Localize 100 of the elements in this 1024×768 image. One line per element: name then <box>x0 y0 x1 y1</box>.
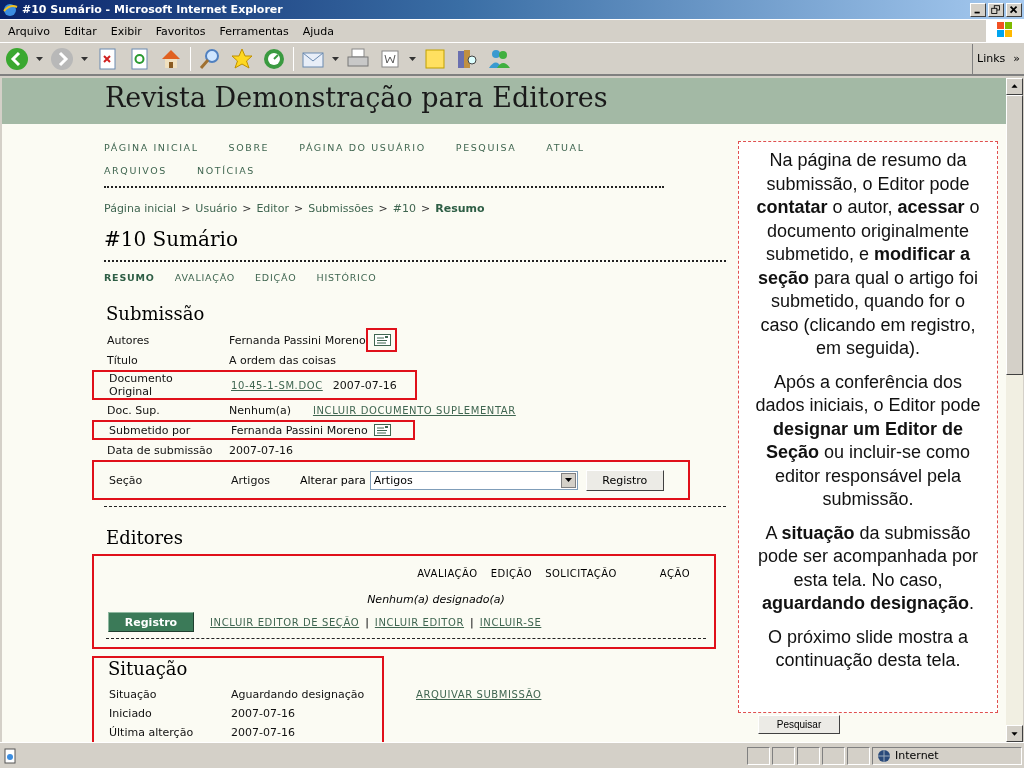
zone-label: Internet <box>895 749 939 762</box>
status-pane <box>772 746 795 765</box>
dropdown-arrow-icon[interactable] <box>36 56 43 61</box>
action-link[interactable]: INCLUIR EDITOR <box>374 616 465 628</box>
callout-text: A situação da submissão pode ser acompanhada por esta tela. No caso, aguardando designação. <box>756 521 980 615</box>
register-button[interactable]: Registro <box>585 469 664 491</box>
field-label: Última alterção <box>108 726 195 739</box>
dropdown-arrow-icon[interactable] <box>81 56 88 61</box>
nav-link[interactable]: ATUAL <box>546 142 585 153</box>
menu-item[interactable]: Arquivo <box>0 24 57 38</box>
breadcrumb-link[interactable]: #10 <box>392 202 416 215</box>
column-header: SOLICITAÇÃO <box>545 568 617 579</box>
section-heading: Editores <box>105 527 184 550</box>
scrollbar[interactable] <box>1006 78 1023 742</box>
section-heading: Submissão <box>105 303 206 326</box>
empty-message: Nenhum(a) designado(a) <box>366 592 506 608</box>
tab[interactable]: AVALIAÇÃO <box>174 272 236 283</box>
action-link[interactable]: INCLUIR EDITOR DE SEÇÃO <box>210 616 360 628</box>
breadcrumb-separator: > <box>181 202 191 215</box>
field-label: Alterar para <box>299 473 366 487</box>
field-value: Fernanda Passini Moreno <box>231 423 368 437</box>
menu-item[interactable]: Exibir <box>102 24 148 38</box>
field-value: Aguardando designação <box>231 688 366 701</box>
search-button[interactable]: Pesquisar <box>758 715 840 734</box>
section-dropdown[interactable]: Artigos <box>369 470 578 490</box>
action-link[interactable]: ARQUIVAR SUBMISSÃO <box>416 689 542 700</box>
breadcrumb-separator: > <box>378 202 388 215</box>
field-value: Artigos <box>231 473 270 487</box>
envelope-icon[interactable] <box>373 424 391 436</box>
minimize-button[interactable] <box>970 2 986 17</box>
back-icon[interactable] <box>4 45 30 72</box>
globe-icon <box>877 748 891 763</box>
field-label: Seção <box>108 473 144 487</box>
column-header: EDIÇÃO <box>490 568 533 579</box>
field-label: Submetido por <box>108 423 192 437</box>
site-title: Revista Demonstração para Editores <box>105 82 609 113</box>
links-label[interactable]: Links <box>977 52 1006 65</box>
page-icon <box>2 747 18 764</box>
scroll-up-button[interactable] <box>1006 78 1023 95</box>
separator: | <box>470 615 474 629</box>
status-pane <box>847 746 870 765</box>
breadcrumb-link[interactable]: Resumo <box>435 202 485 215</box>
status-pane <box>747 746 770 765</box>
restore-button[interactable] <box>988 2 1004 17</box>
breadcrumb-link[interactable]: Editor <box>256 202 289 215</box>
scroll-thumb[interactable] <box>1006 95 1023 375</box>
close-button[interactable] <box>1006 2 1022 17</box>
page-heading: #10 Sumário <box>104 225 726 262</box>
field-value: 2007-07-16 <box>332 378 397 392</box>
status-pane <box>822 746 845 765</box>
callout-text: Após a conferência dos dados iniciais, o Editor pode designar um Editor de Seção ou incluir-se como editor responsável pela submissão. <box>755 370 981 511</box>
menu-item[interactable]: Ferramentas <box>211 24 295 38</box>
breadcrumb-link[interactable]: Usuário <box>195 202 238 215</box>
nav-link[interactable]: PÁGINA INICIAL <box>104 142 199 153</box>
breadcrumb-link[interactable]: Submissões <box>308 202 374 215</box>
field-label: Iniciado <box>108 707 153 720</box>
field-value: Fernanda Passini Moreno <box>229 333 366 347</box>
tab[interactable]: EDIÇÃO <box>255 272 297 283</box>
overflow-chevron[interactable]: » <box>1013 52 1020 65</box>
tab[interactable]: HISTÓRICO <box>316 272 377 283</box>
nav-link[interactable]: ARQUIVOS <box>104 165 167 176</box>
separator: | <box>365 615 369 629</box>
window-title: #10 Sumário - Microsoft Internet Explorer <box>22 3 284 16</box>
breadcrumb-separator: > <box>421 202 431 215</box>
field-value: 2007-07-16 <box>231 707 296 720</box>
callout-text: Na página de resumo da submissão, o Editor pode contatar o autor, acessar o documento originalmente submetido, e modificar a seção para qual o artigo foi submetido, quando for o caso (clicando em registro, em seguida). <box>755 149 981 360</box>
field-label: Data de submissão <box>106 443 214 457</box>
status-pane <box>797 746 820 765</box>
dropdown-arrow-icon[interactable] <box>332 56 339 61</box>
breadcrumb-separator: > <box>293 202 304 215</box>
tab[interactable]: RESUMO <box>104 272 155 283</box>
field-label: Situação <box>108 688 158 701</box>
menu-item[interactable]: Favoritos <box>147 24 212 38</box>
envelope-icon[interactable] <box>373 334 391 346</box>
breadcrumb-link[interactable]: Página inicial <box>104 202 177 215</box>
action-link[interactable]: INCLUIR-SE <box>479 616 542 628</box>
scroll-down-button[interactable] <box>1006 725 1023 742</box>
nav-link[interactable]: NOTÍCIAS <box>197 165 255 176</box>
nav-link[interactable]: PESQUISA <box>455 142 517 153</box>
field-value: 2007-07-16 <box>229 443 293 457</box>
menu-item[interactable]: Editar <box>56 24 103 38</box>
action-link[interactable]: INCLUIR DOCUMENTO SUPLEMENTAR <box>312 404 516 416</box>
nav-link[interactable]: SOBRE <box>228 142 270 153</box>
nav-link[interactable]: PÁGINA DO USUÁRIO <box>299 142 426 153</box>
field-value: Nenhum(a) <box>229 403 291 417</box>
section-heading: Situação <box>107 658 189 681</box>
dropdown-arrow-icon[interactable] <box>409 56 416 61</box>
callout-text: O próximo slide mostra a continuação desta tela. <box>766 625 970 672</box>
field-value: 2007-07-16 <box>231 726 296 739</box>
browser-icon <box>2 1 18 18</box>
field-value: A ordem das coisas <box>229 353 337 367</box>
field-label: Documento Original <box>108 372 174 398</box>
file-link[interactable]: 10-45-1-SM.DOC <box>231 379 323 391</box>
dropdown-arrow-icon[interactable] <box>564 478 572 482</box>
menu-item[interactable]: Ajuda <box>294 24 341 38</box>
breadcrumb-separator: > <box>242 202 252 215</box>
register-button[interactable]: Registro <box>108 612 194 632</box>
column-header: AÇÃO <box>659 568 690 579</box>
field-label: Doc. Sup. <box>106 403 161 417</box>
field-label: Título <box>106 353 139 367</box>
